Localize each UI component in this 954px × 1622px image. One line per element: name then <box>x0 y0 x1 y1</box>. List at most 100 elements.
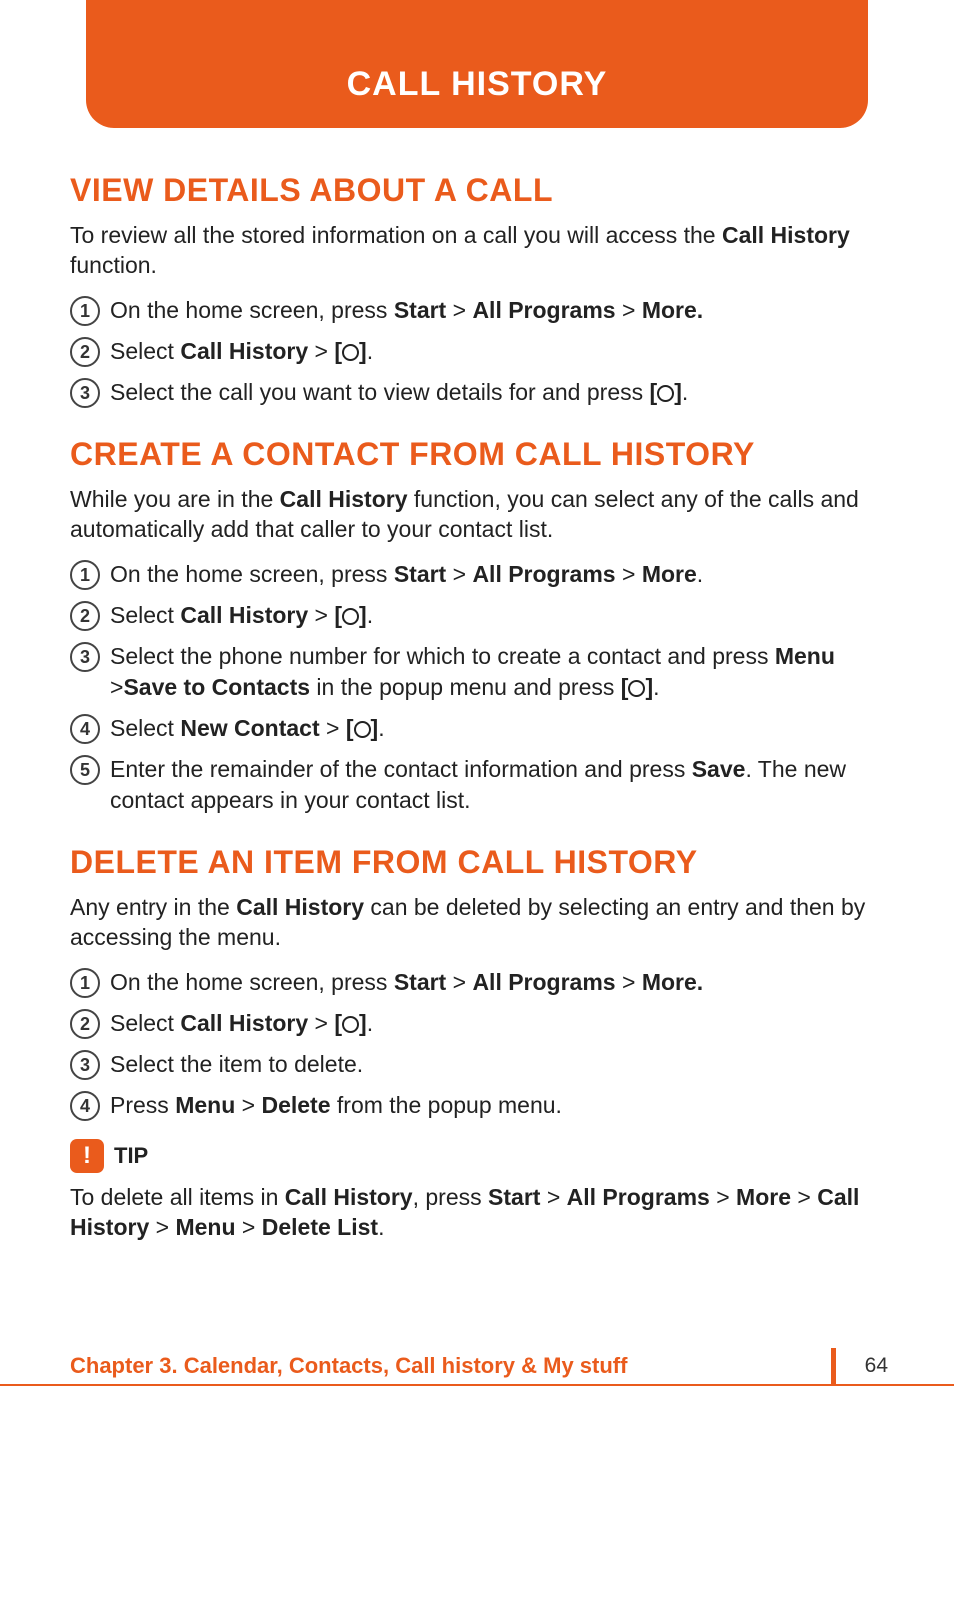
step-item: 2 Select Call History > []. <box>70 336 884 367</box>
bracket: ] <box>674 379 682 405</box>
step-text: Select the call you want to view details… <box>110 377 884 408</box>
step-text: Enter the remainder of the contact infor… <box>110 754 884 816</box>
step-number-icon: 3 <box>70 642 100 672</box>
text: . <box>367 1010 373 1036</box>
text: > <box>791 1184 817 1210</box>
step-text: Select the phone number for which to cre… <box>110 641 884 703</box>
steps-delete-item: 1 On the home screen, press Start > All … <box>70 967 884 1121</box>
text-bold: Call History <box>180 1010 308 1036</box>
text-bold: Delete List <box>262 1214 378 1240</box>
text: in the popup menu and press <box>310 674 621 700</box>
step-item: 1 On the home screen, press Start > All … <box>70 967 884 998</box>
text: > <box>308 338 334 364</box>
text-bold: New Contact <box>180 715 319 741</box>
text: Press <box>110 1092 175 1118</box>
bracket: ] <box>645 674 653 700</box>
footer-rule <box>0 1384 954 1386</box>
text-bold: Start <box>394 561 446 587</box>
bracket: [ <box>334 1010 342 1036</box>
text: . <box>367 602 373 628</box>
text-bold: Save <box>692 756 746 782</box>
bracket: [ <box>621 674 629 700</box>
step-number-icon: 5 <box>70 755 100 785</box>
text: > <box>149 1214 175 1240</box>
text: . <box>697 561 703 587</box>
step-item: 2 Select Call History > []. <box>70 600 884 631</box>
steps-create-contact: 1 On the home screen, press Start > All … <box>70 559 884 816</box>
text-bold: Call History <box>722 222 850 248</box>
text: . <box>367 338 373 364</box>
step-item: 3 Select the call you want to view detai… <box>70 377 884 408</box>
section-heading-create-contact: CREATE A CONTACT FROM CALL HISTORY <box>70 436 884 473</box>
step-number-icon: 1 <box>70 560 100 590</box>
step-item: 3 Select the phone number for which to c… <box>70 641 884 703</box>
step-text: Select New Contact > []. <box>110 713 884 744</box>
step-text: Press Menu > Delete from the popup menu. <box>110 1090 884 1121</box>
step-text: Select Call History > []. <box>110 600 884 631</box>
text-bold: All Programs <box>567 1184 710 1210</box>
text: > <box>320 715 346 741</box>
text: from the popup menu. <box>331 1092 562 1118</box>
intro-create-contact: While you are in the Call History functi… <box>70 485 884 545</box>
text-bold: Start <box>488 1184 540 1210</box>
text: function. <box>70 252 157 278</box>
bracket: ] <box>359 338 367 364</box>
text-bold: Menu <box>775 643 835 669</box>
text: > <box>446 969 472 995</box>
step-item: 2 Select Call History > []. <box>70 1008 884 1039</box>
step-item: 4 Press Menu > Delete from the popup men… <box>70 1090 884 1121</box>
text: While you are in the <box>70 486 280 512</box>
bracket: [ <box>346 715 354 741</box>
tip-header: ! TIP <box>70 1139 884 1173</box>
ok-key-icon <box>628 680 645 697</box>
text-bold: Call History <box>280 486 408 512</box>
text: > <box>236 1214 262 1240</box>
bracket: [ <box>334 338 342 364</box>
text: , press <box>413 1184 488 1210</box>
text: > <box>308 602 334 628</box>
step-text: Select Call History > []. <box>110 336 884 367</box>
ok-key-icon <box>342 344 359 361</box>
step-number-icon: 2 <box>70 601 100 631</box>
text-bold: Call History <box>180 338 308 364</box>
ok-key-icon <box>342 1016 359 1033</box>
text-bold: More. <box>642 297 703 323</box>
step-text: Select the item to delete. <box>110 1049 884 1080</box>
text: Select the phone number for which to cre… <box>110 643 775 669</box>
step-item: 5 Enter the remainder of the contact inf… <box>70 754 884 816</box>
text-bold: All Programs <box>472 297 615 323</box>
step-text: On the home screen, press Start > All Pr… <box>110 295 884 326</box>
step-number-icon: 2 <box>70 1009 100 1039</box>
text: . <box>682 379 688 405</box>
step-number-icon: 3 <box>70 1050 100 1080</box>
page-number: 64 <box>865 1354 888 1378</box>
text-bold: Call History <box>236 894 364 920</box>
step-number-icon: 4 <box>70 1091 100 1121</box>
step-number-icon: 4 <box>70 714 100 744</box>
section-heading-view-details: VIEW DETAILS ABOUT A CALL <box>70 172 884 209</box>
text: > <box>446 297 472 323</box>
text-bold: Menu <box>175 1214 235 1240</box>
page-footer: Chapter 3. Calendar, Contacts, Call hist… <box>0 1348 954 1384</box>
text: On the home screen, press <box>110 561 394 587</box>
text: On the home screen, press <box>110 297 394 323</box>
step-item: 1 On the home screen, press Start > All … <box>70 559 884 590</box>
footer-divider <box>831 1348 836 1384</box>
step-number-icon: 3 <box>70 378 100 408</box>
ok-key-icon <box>342 608 359 625</box>
tip-text: To delete all items in Call History, pre… <box>70 1183 884 1243</box>
text: > <box>308 1010 334 1036</box>
page-content: VIEW DETAILS ABOUT A CALL To review all … <box>70 172 884 1243</box>
text-bold: Call History <box>285 1184 413 1210</box>
text: On the home screen, press <box>110 969 394 995</box>
text: Select the call you want to view details… <box>110 379 650 405</box>
text-bold: Delete <box>261 1092 330 1118</box>
text: Select <box>110 338 180 364</box>
text: To delete all items in <box>70 1184 285 1210</box>
step-text: On the home screen, press Start > All Pr… <box>110 967 884 998</box>
section-heading-delete-item: DELETE AN ITEM FROM CALL HISTORY <box>70 844 884 881</box>
step-number-icon: 1 <box>70 968 100 998</box>
step-number-icon: 1 <box>70 296 100 326</box>
step-item: 1 On the home screen, press Start > All … <box>70 295 884 326</box>
text-bold: More <box>736 1184 791 1210</box>
